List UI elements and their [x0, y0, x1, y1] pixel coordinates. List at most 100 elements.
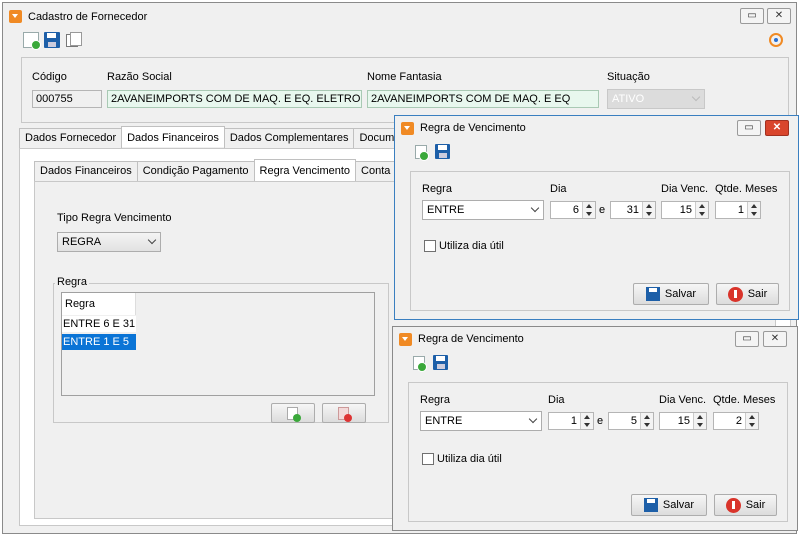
table-row[interactable]: ENTRE 1 E 5 [62, 334, 136, 350]
dialog2-menu-icon[interactable] [399, 332, 412, 346]
situacao-label: Situação [607, 71, 650, 83]
sub-tabs: Dados Financeiros Condição Pagamento Reg… [34, 159, 442, 181]
dialog2-regra-select[interactable]: ENTRE [420, 411, 542, 431]
exit-icon [725, 497, 741, 513]
remove-rule-button[interactable] [322, 403, 366, 423]
floppy-icon [645, 287, 660, 301]
dialog1-restore-button[interactable]: ▭ [737, 120, 761, 136]
dialog1-qtde-value: 1 [737, 204, 744, 216]
main-tabs: Dados Fornecedor Dados Financeiros Dados… [19, 126, 447, 148]
subtab-dados-financeiros[interactable]: Dados Financeiros [34, 161, 138, 181]
dialog2-dia-util-checkbox[interactable] [422, 453, 434, 465]
dialog1-dia-ate-spinner[interactable]: 31 [610, 201, 656, 219]
dialog2-diavenc-value: 15 [677, 415, 690, 427]
subtab-condicao-pagamento[interactable]: Condição Pagamento [136, 161, 255, 181]
floppy-icon [643, 498, 658, 512]
dialog2-e-label: e [597, 415, 604, 427]
table-row[interactable]: ENTRE 6 E 31 [62, 316, 136, 332]
dialog2-form: Regra Dia Dia Venc. Qtde. Meses ENTRE 1 … [408, 382, 788, 522]
tipo-regra-value: REGRA [62, 236, 102, 248]
dialog1-exit-button[interactable]: Sair [716, 283, 779, 305]
main-title: Cadastro de Fornecedor [28, 10, 148, 23]
dialog2-qtde-value: 2 [735, 415, 742, 427]
razao-field[interactable]: 2AVANEIMPORTS COM DE MAQ. E EQ. ELETRONI [107, 90, 362, 108]
razao-label: Razão Social [107, 71, 172, 83]
add-rule-button[interactable] [271, 403, 315, 423]
dialog2-save-button[interactable]: Salvar [631, 494, 707, 516]
dialog2-save-icon[interactable] [433, 355, 448, 370]
dialog1-dia-util-checkbox[interactable] [424, 240, 436, 252]
add-icon [287, 407, 301, 422]
delete-icon [338, 407, 352, 422]
dialog1-diavenc-value: 15 [679, 204, 692, 216]
dialog2-dia-de-value: 1 [570, 415, 577, 427]
app-menu-icon[interactable] [9, 10, 22, 23]
dialog1-close-button[interactable]: ✕ [765, 120, 789, 136]
dialog1-dia-de-spinner[interactable]: 6 [550, 201, 596, 219]
tab-dados-complementares[interactable]: Dados Complementares [223, 128, 355, 148]
dialog1-regra-label: Regra [422, 183, 452, 195]
subtab-regra-vencimento[interactable]: Regra Vencimento [253, 159, 357, 180]
dialog1-regra-select[interactable]: ENTRE [422, 200, 544, 220]
dialog2-exit-button[interactable]: Sair [714, 494, 777, 516]
tab-dados-financeiros[interactable]: Dados Financeiros [121, 126, 225, 147]
tipo-regra-select[interactable]: REGRA [57, 232, 161, 252]
new-record-icon[interactable] [23, 32, 41, 50]
dialog2-dia-ate-spinner[interactable]: 5 [608, 412, 654, 430]
dialog1-save-icon[interactable] [435, 144, 450, 159]
dialog2-regra-label: Regra [420, 394, 450, 406]
dialog1-dia-util-label: Utiliza dia útil [439, 240, 504, 252]
dialog2-diavenc-spinner[interactable]: 15 [659, 412, 707, 430]
main-titlebar: Cadastro de Fornecedor [3, 3, 796, 30]
dialog2-diavenc-label: Dia Venc. [659, 394, 707, 406]
codigo-label: Código [32, 71, 67, 83]
dialog2-qtde-label: Qtde. Meses [713, 394, 776, 406]
dialog2-regra-value: ENTRE [425, 415, 463, 427]
regra-group-label: Regra [55, 276, 89, 288]
grid-header[interactable]: Regra [62, 293, 136, 315]
dialog1-dia-de-value: 6 [572, 204, 579, 216]
dialog2-exit-label: Sair [745, 499, 766, 511]
dialog1-diavenc-label: Dia Venc. [661, 183, 709, 195]
regra-groupbox: Regra Regra ENTRE 6 E 31 ENTRE 1 E 5 [53, 276, 389, 423]
dialog1-dia-label: Dia [550, 183, 567, 195]
situacao-select[interactable]: ATIVO [607, 89, 705, 109]
dialog2-title: Regra de Vencimento [418, 333, 524, 345]
situacao-value: ATIVO [612, 93, 645, 105]
dialog2-close-button[interactable]: ✕ [763, 331, 787, 347]
dialog2-dia-label: Dia [548, 394, 565, 406]
dialog1-title: Regra de Vencimento [420, 122, 526, 134]
dialog1-qtde-label: Qtde. Meses [715, 183, 778, 195]
copy-icon[interactable] [66, 32, 82, 47]
dialog1-form: Regra Dia Dia Venc. Qtde. Meses ENTRE 6 … [410, 171, 790, 311]
codigo-field[interactable]: 000755 [32, 90, 102, 108]
dialog1-dia-ate-value: 31 [626, 204, 639, 216]
save-icon[interactable] [44, 32, 60, 48]
header-panel: Código Razão Social Nome Fantasia Situaç… [21, 57, 789, 123]
power-icon[interactable] [769, 33, 783, 47]
exit-icon [727, 286, 743, 302]
dialog1-diavenc-spinner[interactable]: 15 [661, 201, 709, 219]
dialog1-save-label: Salvar [664, 288, 697, 300]
dialog1-qtde-spinner[interactable]: 1 [715, 201, 761, 219]
dialog1-e-label: e [599, 204, 606, 216]
restore-button[interactable]: ▭ [740, 8, 764, 24]
regra-grid[interactable]: Regra ENTRE 6 E 31 ENTRE 1 E 5 [61, 292, 375, 396]
dialog2-dia-util-label: Utiliza dia útil [437, 453, 502, 465]
dialog2-dia-ate-value: 5 [630, 415, 637, 427]
dialog2-dia-de-spinner[interactable]: 1 [548, 412, 594, 430]
dialog2-qtde-spinner[interactable]: 2 [713, 412, 759, 430]
tipo-regra-label: Tipo Regra Vencimento [57, 212, 172, 224]
dialog1-new-icon[interactable] [415, 145, 429, 161]
dialog2-restore-button[interactable]: ▭ [735, 331, 759, 347]
fantasia-field[interactable]: 2AVANEIMPORTS COM DE MAQ. E EQ [367, 90, 599, 108]
dialog1-menu-icon[interactable] [401, 121, 414, 135]
dialog1-exit-label: Sair [747, 288, 768, 300]
close-button[interactable]: ✕ [767, 8, 791, 24]
dialog2-new-icon[interactable] [413, 356, 427, 372]
tab-dados-fornecedor[interactable]: Dados Fornecedor [19, 128, 123, 148]
dialog1-save-button[interactable]: Salvar [633, 283, 709, 305]
regra-dialog-2: Regra de Vencimento ▭ ✕ Regra Dia Dia Ve… [392, 326, 798, 531]
dialog2-save-label: Salvar [662, 499, 695, 511]
grid-header-label: Regra [65, 298, 95, 310]
